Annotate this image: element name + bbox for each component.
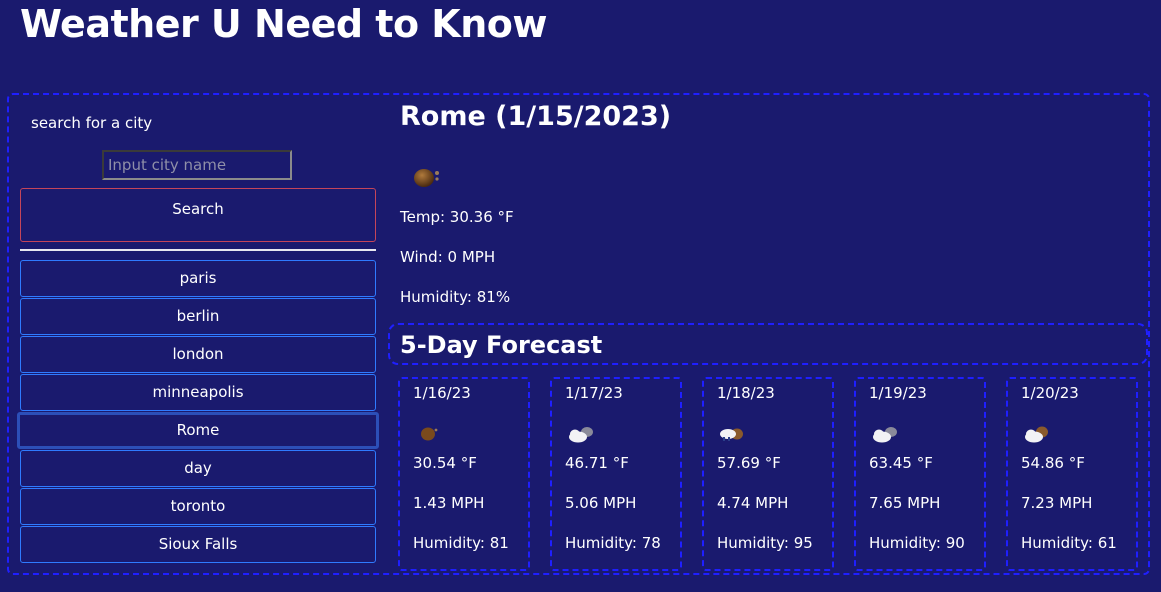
forecast-temp: 46.71 °F <box>565 454 629 472</box>
forecast-wind: 7.23 MPH <box>1021 494 1093 512</box>
history-city-button[interactable]: paris <box>20 260 376 297</box>
search-button[interactable]: Search <box>20 188 376 242</box>
forecast-wind: 1.43 MPH <box>413 494 485 512</box>
forecast-temp: 54.86 °F <box>1021 454 1085 472</box>
current-temp: Temp: 30.36 °F <box>400 208 514 226</box>
night-moon-icon <box>413 422 443 446</box>
forecast-temp: 30.54 °F <box>413 454 477 472</box>
search-history-list: paris berlin london minneapolis Rome day… <box>17 260 379 564</box>
night-cloud-icon <box>412 164 442 190</box>
history-city-button[interactable]: toronto <box>20 488 376 525</box>
forecast-wind: 4.74 MPH <box>717 494 789 512</box>
forecast-wind: 5.06 MPH <box>565 494 637 512</box>
forecast-title: 5-Day Forecast <box>400 331 603 359</box>
search-label: search for a city <box>31 114 153 132</box>
forecast-temp: 57.69 °F <box>717 454 781 472</box>
current-city-title: Rome (1/15/2023) <box>400 101 672 132</box>
forecast-humidity: Humidity: 90 <box>869 534 965 552</box>
forecast-card: 1/18/23 57.69 °F 4.74 MPH Humidity: 95 <box>702 377 834 571</box>
history-city-button[interactable]: day <box>20 450 376 487</box>
forecast-card: 1/17/23 46.71 °F 5.06 MPH Humidity: 78 <box>550 377 682 571</box>
app-title: Weather U Need to Know <box>20 2 548 46</box>
history-city-button[interactable]: berlin <box>20 298 376 335</box>
forecast-card: 1/20/23 54.86 °F 7.23 MPH Humidity: 61 <box>1006 377 1138 571</box>
forecast-temp: 63.45 °F <box>869 454 933 472</box>
history-city-button-selected[interactable]: Rome <box>17 412 379 449</box>
current-humidity: Humidity: 81% <box>400 288 511 306</box>
cloudy-icon <box>869 422 899 446</box>
history-city-button[interactable]: minneapolis <box>20 374 376 411</box>
forecast-humidity: Humidity: 78 <box>565 534 661 552</box>
forecast-wind: 7.65 MPH <box>869 494 941 512</box>
forecast-humidity: Humidity: 61 <box>1021 534 1117 552</box>
forecast-humidity: Humidity: 81 <box>413 534 509 552</box>
cloudy-icon <box>565 422 595 446</box>
partly-cloudy-night-icon <box>1021 422 1051 446</box>
forecast-date: 1/17/23 <box>565 384 623 402</box>
forecast-date: 1/20/23 <box>1021 384 1079 402</box>
history-city-button[interactable]: london <box>20 336 376 373</box>
forecast-card: 1/16/23 30.54 °F 1.43 MPH Humidity: 81 <box>398 377 530 571</box>
forecast-date: 1/16/23 <box>413 384 471 402</box>
current-wind: Wind: 0 MPH <box>400 248 496 266</box>
forecast-humidity: Humidity: 95 <box>717 534 813 552</box>
history-city-button[interactable]: Sioux Falls <box>20 526 376 563</box>
city-search-input[interactable] <box>102 150 292 180</box>
rain-cloud-icon <box>717 422 747 446</box>
sidebar-divider <box>20 249 376 251</box>
forecast-date: 1/18/23 <box>717 384 775 402</box>
forecast-card: 1/19/23 63.45 °F 7.65 MPH Humidity: 90 <box>854 377 986 571</box>
forecast-date: 1/19/23 <box>869 384 927 402</box>
